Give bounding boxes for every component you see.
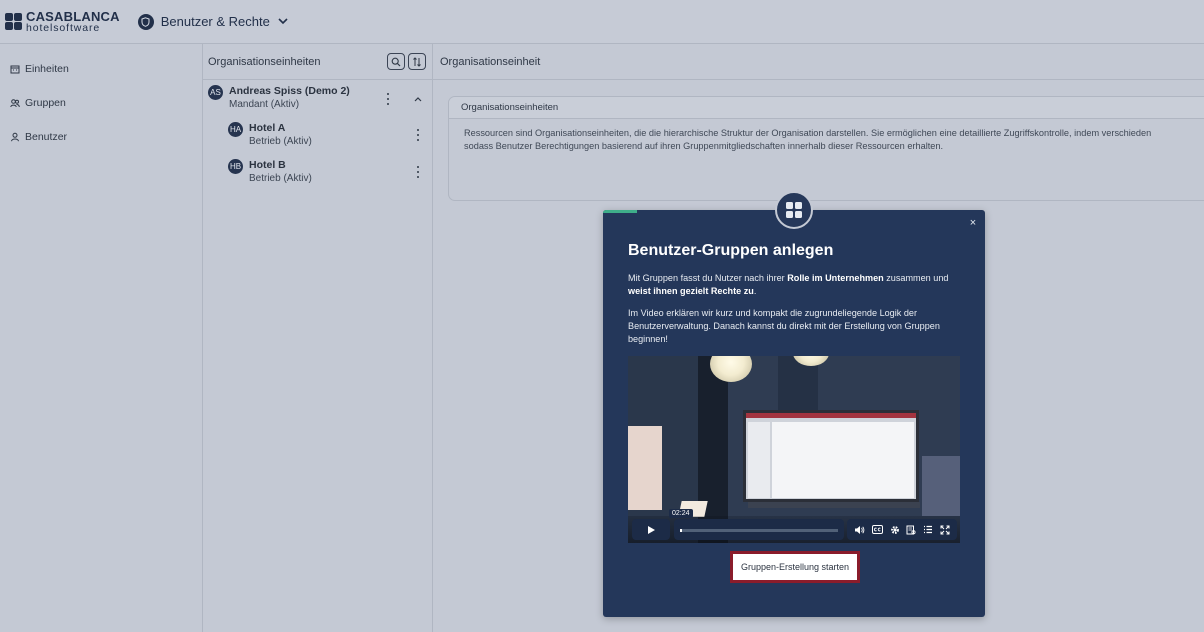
app-switcher[interactable]: Benutzer & Rechte <box>137 13 288 30</box>
tree-node-mandant[interactable]: AS Andreas Spiss (Demo 2) Mandant (Aktiv… <box>208 85 350 110</box>
main-header: Organisationseinheit <box>433 44 1204 80</box>
sidebar-item-gruppen[interactable]: Gruppen <box>10 94 66 112</box>
gear-icon[interactable] <box>890 525 900 535</box>
modal-description-text: Im Video erklären wir kurz und kompakt d… <box>628 308 940 344</box>
avatar: HA <box>228 122 243 137</box>
casablanca-logo[interactable]: CASABLANCA hotelsoftware <box>5 10 120 34</box>
page-title: Organisationseinheit <box>440 55 541 68</box>
avatar: AS <box>208 85 223 100</box>
panel-title: Organisationseinheiten <box>208 55 321 68</box>
play-button[interactable] <box>632 519 670 540</box>
video-control-icons <box>847 519 957 540</box>
modal-title: Benutzer-Gruppen anlegen <box>628 242 834 259</box>
chevron-down-icon <box>278 18 288 25</box>
grid-icon <box>786 202 802 218</box>
logo-title: CASABLANCA <box>26 8 120 24</box>
top-bar: CASABLANCA hotelsoftware Benutzer & Rech… <box>0 0 1204 44</box>
sidebar-item-label: Einheiten <box>25 63 69 75</box>
chevron-up-icon[interactable] <box>414 96 422 102</box>
video-scene-steps <box>922 456 960 516</box>
node-name: Andreas Spiss (Demo 2) <box>229 85 350 97</box>
modal-intro-text: Mit Gruppen fasst du Nutzer nach ihrer R… <box>628 273 949 296</box>
card-text-line: sodass Benutzer Berechtigungen basierend… <box>464 141 944 151</box>
org-units-panel: Organisationseinheiten AS Andreas Spiss … <box>203 44 433 632</box>
org-units-header: Organisationseinheiten <box>203 44 432 80</box>
sidebar-item-label: Benutzer <box>25 131 68 143</box>
building-icon <box>10 65 20 74</box>
node-name: Hotel B <box>249 159 286 171</box>
volume-icon[interactable] <box>854 525 865 535</box>
node-status: Betrieb (Aktiv) <box>249 173 312 184</box>
sort-button[interactable] <box>408 53 426 70</box>
play-icon <box>648 525 655 534</box>
modal-badge <box>775 191 813 229</box>
video-time: 02:24 <box>669 509 693 518</box>
start-group-creation-button[interactable]: Gruppen-Erstellung starten <box>730 551 860 583</box>
group-icon <box>10 99 20 108</box>
logo-mark-icon <box>5 13 22 30</box>
info-card: Organisationseinheiten Ressourcen sind O… <box>448 96 1204 201</box>
progress-indicator <box>603 210 637 213</box>
card-text-line: Ressourcen sind Organisationseinheiten, … <box>464 128 1152 138</box>
video-controls: 02:24 <box>628 509 960 543</box>
search-button[interactable] <box>387 53 405 70</box>
chapters-icon[interactable] <box>923 525 933 534</box>
video-scene-monitor <box>743 410 919 502</box>
app-title: Benutzer & Rechte <box>160 14 270 29</box>
close-button[interactable]: × <box>967 217 979 229</box>
sort-icon <box>413 56 421 67</box>
fullscreen-icon[interactable] <box>940 525 950 535</box>
user-icon <box>11 132 19 142</box>
seek-bar[interactable] <box>674 519 844 540</box>
node-menu-button[interactable] <box>384 93 392 105</box>
sidebar-item-benutzer[interactable]: Benutzer <box>10 128 67 146</box>
node-menu-button[interactable] <box>414 129 422 141</box>
close-icon: × <box>969 217 977 229</box>
video-player[interactable]: 02:24 <box>628 356 960 543</box>
transcript-icon[interactable] <box>906 525 916 535</box>
logo-subtitle: hotelsoftware <box>26 21 101 34</box>
tree-node-hotel-b[interactable]: HB Hotel B Betrieb (Aktiv) <box>228 159 312 184</box>
node-status: Mandant (Aktiv) <box>229 99 300 110</box>
sidebar: Einheiten Gruppen Benutzer <box>0 44 203 632</box>
sidebar-item-einheiten[interactable]: Einheiten <box>10 60 69 78</box>
sidebar-item-label: Gruppen <box>25 97 66 109</box>
tree-node-hotel-a[interactable]: HA Hotel A Betrieb (Aktiv) <box>228 122 312 147</box>
node-menu-button[interactable] <box>414 166 422 178</box>
onboarding-modal: × Benutzer-Gruppen anlegen Mit Gruppen f… <box>603 191 985 617</box>
captions-icon[interactable] <box>871 525 883 534</box>
video-scene-frame <box>628 426 662 510</box>
node-name: Hotel A <box>249 122 286 134</box>
shield-icon <box>137 13 154 30</box>
avatar: HB <box>228 159 243 174</box>
search-icon <box>391 57 401 66</box>
card-title: Organisationseinheiten <box>449 97 1204 119</box>
node-status: Betrieb (Aktiv) <box>249 136 312 147</box>
